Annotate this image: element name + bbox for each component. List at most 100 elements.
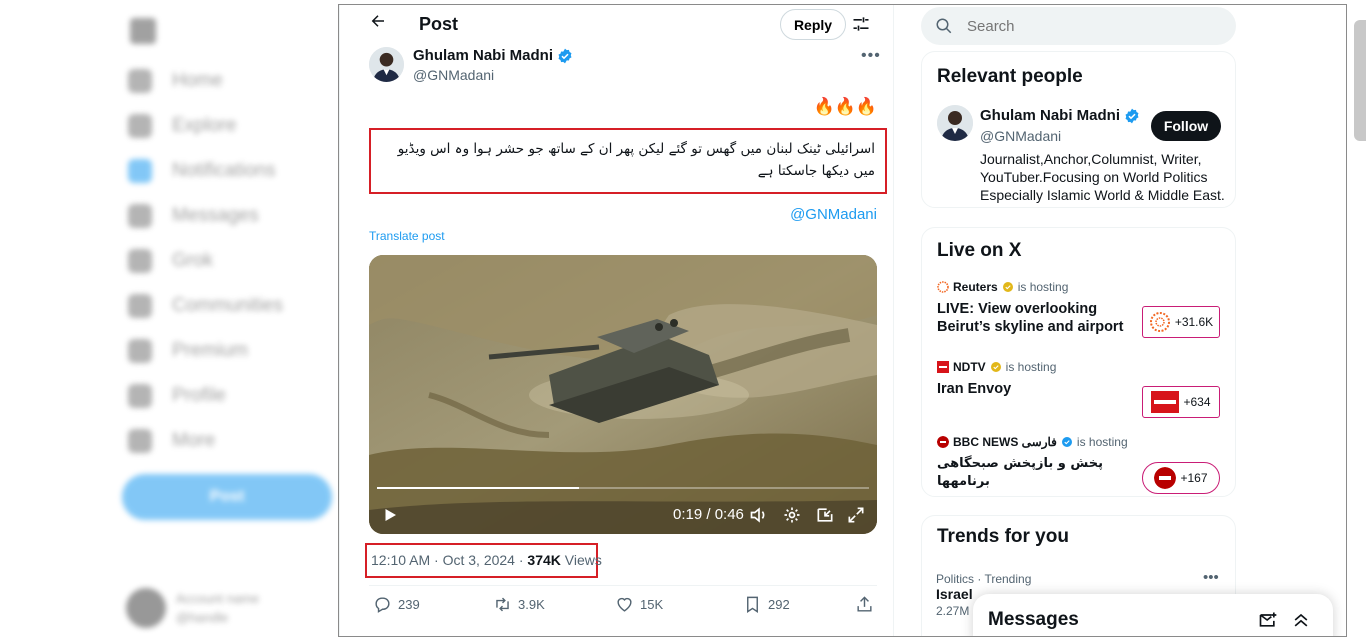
live-listeners-pill[interactable]: +167	[1142, 462, 1220, 494]
bbc-logo-icon	[1154, 467, 1177, 489]
mention-link[interactable]: @GNMadani	[790, 206, 877, 223]
grok-icon	[128, 249, 152, 273]
more-options-icon[interactable]: •••	[861, 47, 881, 65]
verified-badge-icon	[1125, 108, 1139, 123]
live-title: Iran Envoy	[937, 381, 1012, 397]
back-arrow-icon[interactable]	[367, 12, 389, 36]
author-avatar[interactable]	[369, 47, 404, 82]
person-handle[interactable]: @GNMadani	[980, 128, 1061, 144]
video-player[interactable]: 0:19 / 0:46	[369, 255, 877, 534]
bookmark-action[interactable]: 292	[743, 595, 790, 614]
author-handle[interactable]: @GNMadani	[413, 67, 494, 83]
picture-in-picture-icon[interactable]	[815, 505, 835, 525]
search-icon	[936, 18, 952, 34]
share-action[interactable]	[855, 595, 874, 614]
gold-verified-icon	[1002, 282, 1013, 292]
search-bar[interactable]	[921, 7, 1236, 45]
trend-name[interactable]: Israel	[936, 586, 973, 602]
views-count: 374K	[527, 552, 561, 568]
bell-icon	[128, 159, 152, 183]
avatar[interactable]	[937, 105, 973, 141]
like-count: 15K	[640, 597, 664, 612]
compose-post-button[interactable]: Post	[122, 474, 332, 520]
post-metadata: 12:10 AM · Oct 3, 2024 · 374K Views	[365, 543, 602, 578]
listener-count: +167	[1180, 471, 1208, 485]
like-action[interactable]: 15K	[615, 595, 663, 614]
person-name[interactable]: Ghulam Nabi Madni	[980, 107, 1140, 124]
person-bio: Journalist,Anchor,Columnist, Writer, You…	[980, 151, 1225, 203]
nav-label: Explore	[172, 115, 237, 136]
reuters-logo-icon	[937, 281, 949, 293]
messages-drawer[interactable]: Messages	[973, 594, 1333, 636]
author-name[interactable]: Ghulam Nabi Madni	[413, 47, 573, 64]
nav-label: Communities	[172, 295, 283, 316]
left-navigation: Home Explore Notifications Messages Grok…	[110, 0, 338, 641]
relevant-people-card: Relevant people Ghulam Nabi Madni @GNMad…	[921, 51, 1236, 208]
nav-label: Messages	[172, 205, 259, 226]
settings-gear-icon[interactable]	[782, 505, 802, 525]
nav-more[interactable]: More	[128, 427, 215, 455]
post-header: Post Reply	[339, 5, 893, 45]
hosting-label: is hosting	[1076, 435, 1128, 449]
account-switcher[interactable]: Account name @handle	[126, 588, 259, 628]
verified-badge-icon	[1061, 437, 1072, 447]
nav-messages[interactable]: Messages	[128, 202, 259, 230]
repost-action[interactable]: 3.9K	[493, 595, 545, 614]
play-icon[interactable]	[381, 506, 399, 524]
post-text: اسرائیلی ٹینک لبنان میں گھس تو گئے لیکن …	[369, 128, 887, 194]
fire-emoji: 🔥🔥🔥	[813, 97, 877, 116]
fullscreen-icon[interactable]	[846, 505, 866, 525]
nav-notifications[interactable]: Notifications	[128, 157, 276, 185]
video-progress-bar[interactable]	[377, 487, 869, 489]
hosting-label: is hosting	[1017, 280, 1069, 294]
trend-category: Politics · Trending	[936, 572, 1032, 586]
follow-button[interactable]: Follow	[1151, 111, 1221, 141]
expand-up-icon[interactable]	[1291, 610, 1311, 630]
nav-communities[interactable]: Communities	[128, 292, 283, 320]
listener-count: +31.6K	[1174, 315, 1214, 329]
search-input[interactable]	[967, 17, 1207, 35]
bookmark-count: 292	[768, 597, 790, 612]
live-listeners-pill[interactable]: +31.6K	[1142, 306, 1220, 338]
reuters-logo-icon	[1149, 312, 1170, 332]
host-name: Reuters	[953, 280, 998, 294]
nav-profile[interactable]: Profile	[128, 382, 226, 410]
host-name: NDTV	[953, 360, 986, 374]
reply-button[interactable]: Reply	[780, 9, 846, 40]
trend-count: 2.27M	[936, 604, 970, 618]
volume-icon[interactable]	[749, 505, 769, 525]
more-options-icon[interactable]: •••	[1203, 569, 1219, 586]
nav-label: More	[172, 430, 216, 451]
host-line: Reuters is hosting	[937, 280, 1227, 294]
post-timestamp[interactable]: 12:10 AM · Oct 3, 2024 ·	[371, 552, 527, 568]
video-progress-fill	[377, 487, 579, 489]
account-handle: @handle	[176, 610, 229, 625]
mail-icon	[128, 204, 152, 228]
live-title: پخش و بازپخش صبحگاهی برنامهها	[937, 456, 1104, 489]
listener-count: +634	[1183, 395, 1211, 409]
nav-grok[interactable]: Grok	[128, 247, 213, 275]
nav-premium[interactable]: Premium	[128, 337, 248, 365]
reply-action[interactable]: 239	[373, 595, 420, 614]
x-logo-icon[interactable]	[130, 18, 156, 44]
divider	[369, 585, 877, 586]
host-line: BBC NEWS فارسی is hosting	[937, 435, 1227, 449]
live-title: LIVE: View overlooking Beirut’s skyline …	[937, 301, 1124, 335]
main-column: Post Reply Ghulam Nabi Madni @GNMadani •…	[339, 5, 894, 636]
page-scrollbar[interactable]	[1354, 20, 1366, 141]
messages-title: Messages	[988, 609, 1079, 630]
new-message-icon[interactable]	[1258, 610, 1278, 630]
nav-label: Profile	[172, 385, 226, 406]
host-line: NDTV is hosting	[937, 360, 1227, 374]
nav-explore[interactable]: Explore	[128, 112, 236, 140]
gold-verified-icon	[990, 362, 1001, 372]
ndtv-logo-icon	[937, 361, 949, 373]
right-sidebar: Relevant people Ghulam Nabi Madni @GNMad…	[921, 5, 1236, 636]
share-icon	[857, 596, 872, 612]
live-listeners-pill[interactable]: +634	[1142, 386, 1220, 418]
sliders-icon[interactable]	[851, 14, 871, 34]
nav-home[interactable]: Home	[128, 67, 223, 95]
live-on-x-card: Live on X Reuters is hosting LIVE: View …	[921, 227, 1236, 497]
translate-post-link[interactable]: Translate post	[369, 229, 445, 243]
card-title: Trends for you	[937, 526, 1069, 547]
